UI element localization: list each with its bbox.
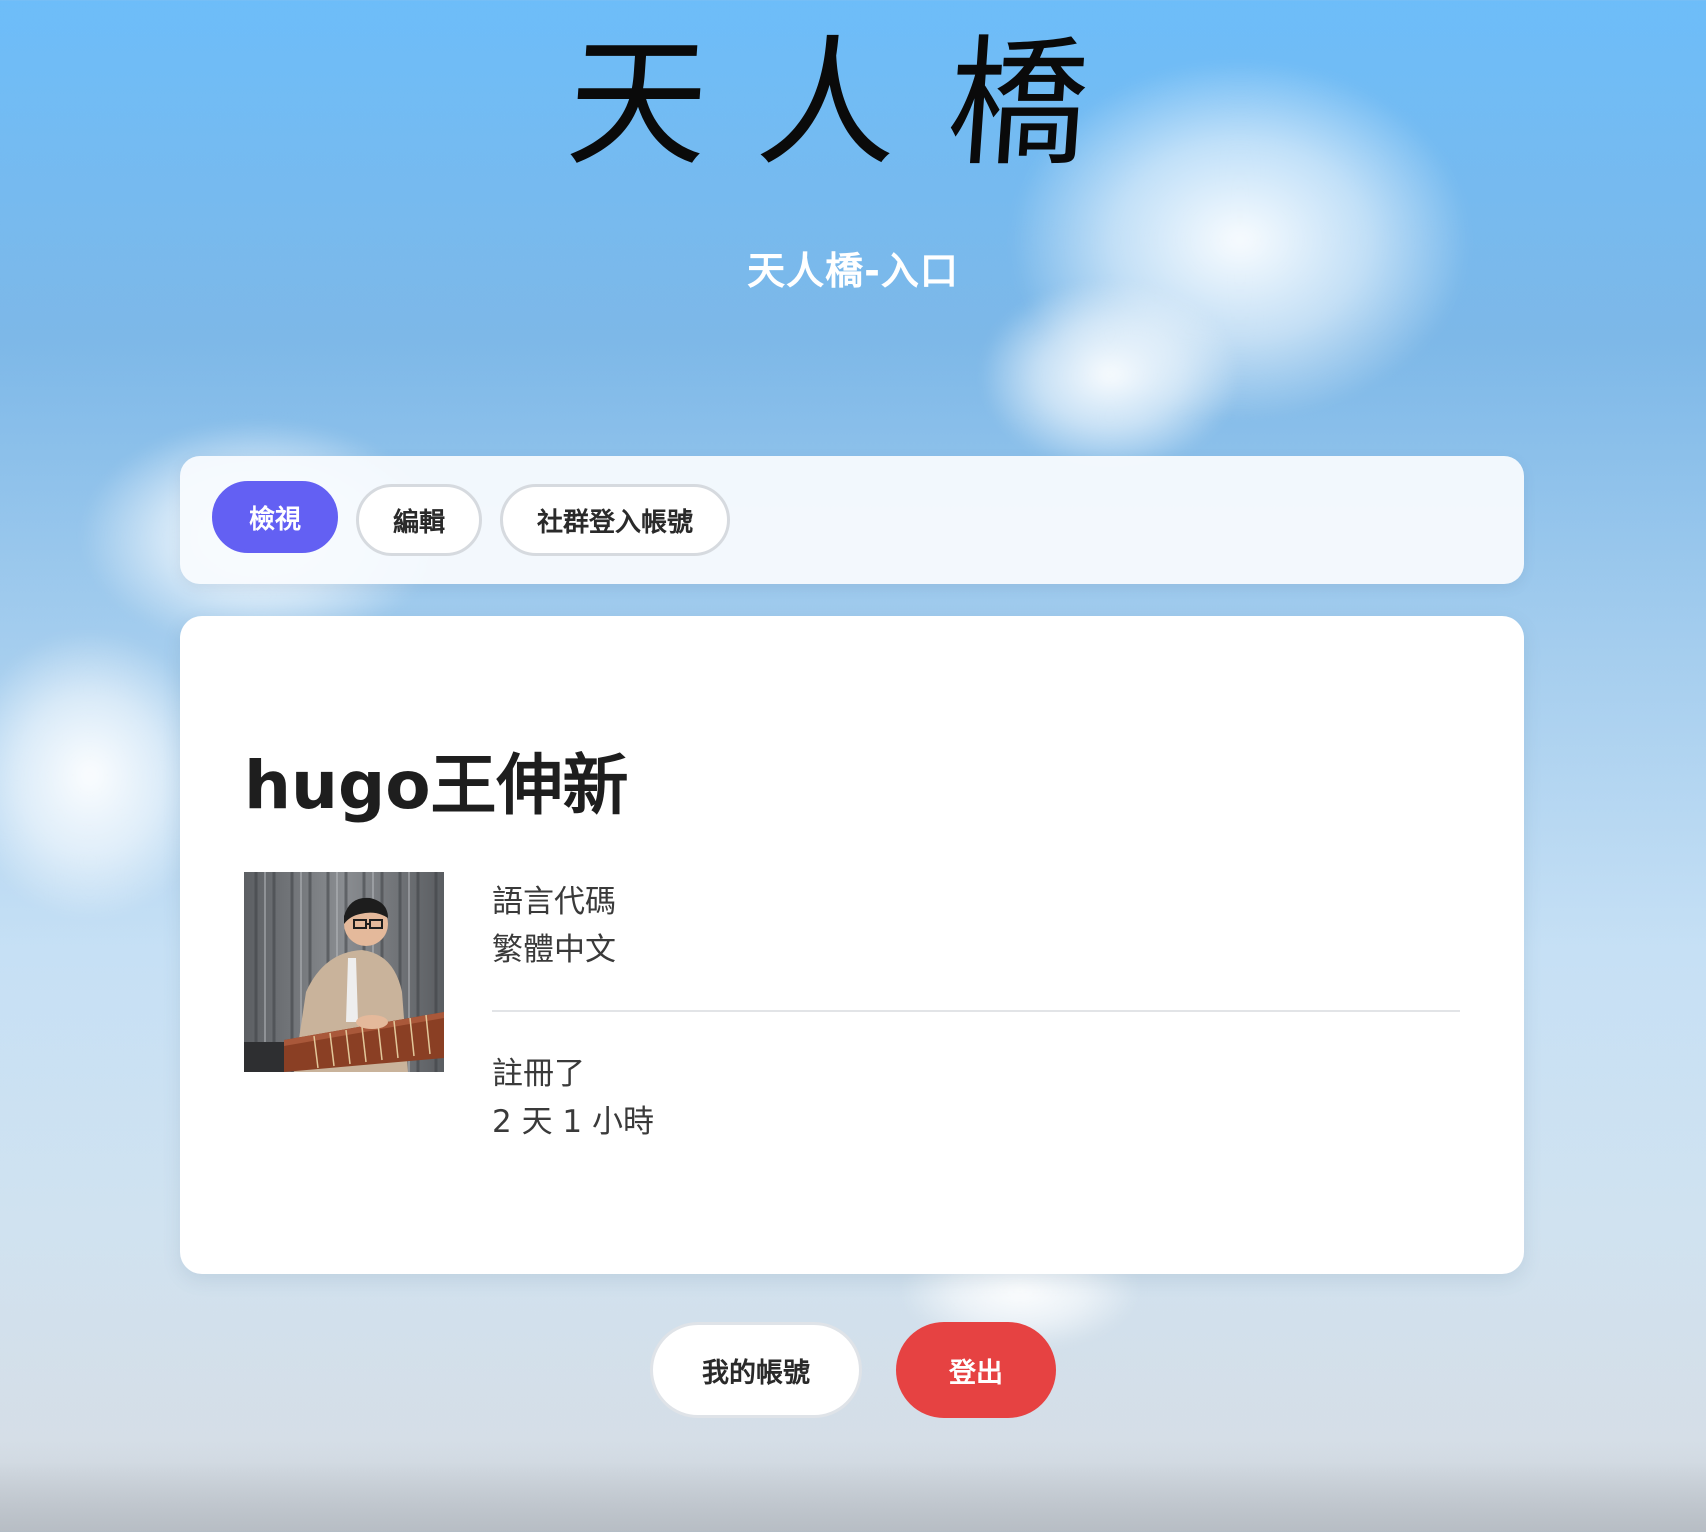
profile-name: hugo王伸新: [244, 747, 629, 824]
page-bottom-shade: [0, 1462, 1706, 1532]
site-logo: 天人橋: [562, 23, 1144, 186]
avatar-photo: [244, 872, 444, 1072]
info-divider: [492, 1010, 1460, 1012]
language-code-value: 繁體中文: [492, 932, 616, 968]
page-subtitle: 天人橋-入口: [747, 249, 959, 293]
tab-edit[interactable]: 編輯: [356, 484, 483, 556]
registered-label: 註冊了: [492, 1056, 585, 1092]
avatar: [244, 872, 444, 1072]
footer-actions: 我的帳號 登出: [0, 1322, 1706, 1418]
my-account-button[interactable]: 我的帳號: [650, 1322, 862, 1418]
language-code-label: 語言代碼: [492, 884, 616, 920]
registered-value: 2 天 1 小時: [492, 1104, 655, 1140]
profile-card: hugo王伸新 語言代碼 繁體中文 註冊了 2 天 1 小時: [180, 616, 1524, 1274]
profile-tab-bar: 檢視 編輯 社群登入帳號: [180, 456, 1524, 584]
logout-button[interactable]: 登出: [896, 1322, 1056, 1418]
tab-view[interactable]: 檢視: [212, 481, 339, 553]
background-cloud: [980, 280, 1240, 470]
profile-info: 語言代碼 繁體中文 註冊了 2 天 1 小時: [492, 878, 1460, 1146]
tab-social-login-accounts[interactable]: 社群登入帳號: [500, 484, 731, 556]
